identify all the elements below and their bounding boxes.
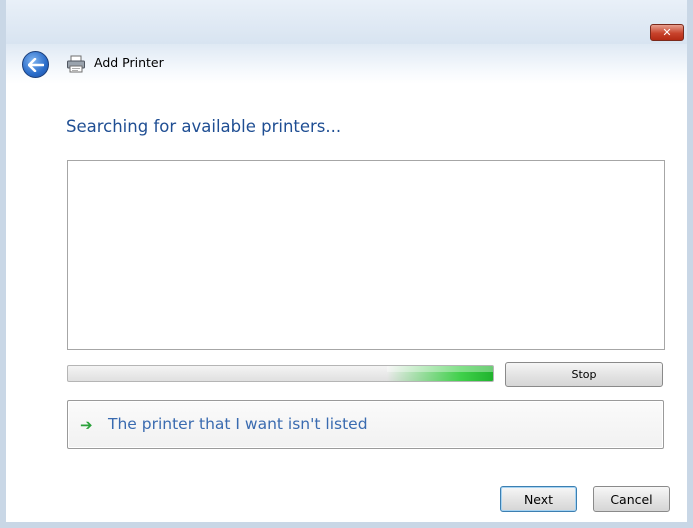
printer-icon bbox=[67, 55, 85, 73]
back-button[interactable] bbox=[22, 51, 49, 78]
green-arrow-icon: ➔ bbox=[80, 416, 93, 434]
next-button-label: Next bbox=[523, 491, 554, 507]
printer-not-listed-link[interactable]: ➔ The printer that I want isn't listed bbox=[67, 400, 664, 449]
next-button[interactable]: Next bbox=[500, 486, 577, 512]
page-heading: Searching for available printers... bbox=[66, 117, 342, 136]
close-button[interactable]: ✕ bbox=[650, 24, 684, 41]
title-bar bbox=[6, 0, 687, 44]
stop-button-label: Stop bbox=[571, 368, 597, 381]
window-title: Add Printer bbox=[94, 55, 164, 70]
back-arrow-icon bbox=[27, 57, 44, 72]
search-progress-bar bbox=[67, 365, 494, 382]
progress-fill bbox=[386, 366, 493, 381]
stop-button[interactable]: Stop bbox=[505, 362, 663, 387]
printer-list[interactable] bbox=[67, 160, 665, 350]
cancel-button-label: Cancel bbox=[610, 491, 653, 507]
close-icon: ✕ bbox=[662, 26, 672, 39]
printer-not-listed-text: The printer that I want isn't listed bbox=[108, 415, 368, 433]
cancel-button[interactable]: Cancel bbox=[593, 486, 670, 512]
